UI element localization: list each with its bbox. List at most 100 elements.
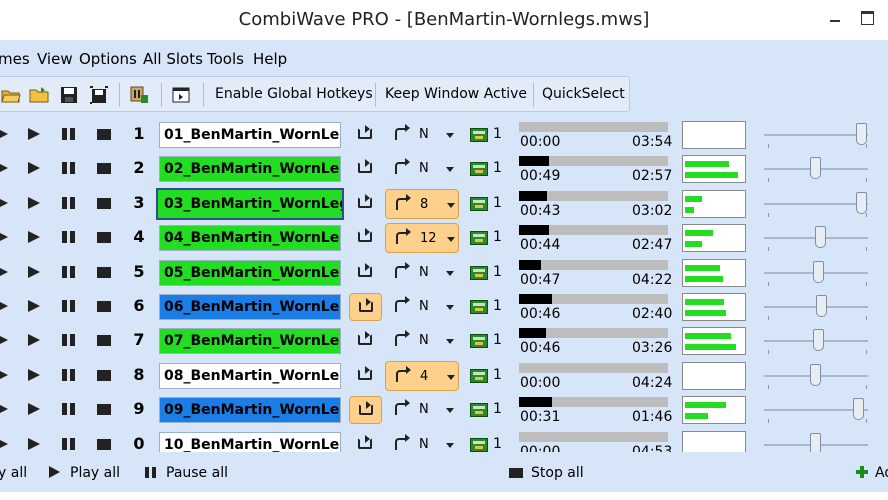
folder-icon[interactable]	[29, 85, 49, 105]
pause-button[interactable]	[62, 196, 76, 209]
menu-options[interactable]: Options	[79, 50, 137, 68]
repeat-dropdown[interactable]: N	[385, 258, 459, 288]
repeat-dropdown[interactable]: 12	[385, 223, 459, 254]
slot-name[interactable]: 09_BenMartin_WornLeg	[159, 397, 341, 424]
volume-slider[interactable]	[812, 260, 824, 283]
add-button[interactable]: Ad	[875, 465, 888, 481]
play-button[interactable]	[28, 231, 40, 244]
cue-button[interactable]	[0, 196, 8, 209]
keep-window-active-button[interactable]: Keep Window Active	[385, 86, 527, 102]
sound-card-icon[interactable]	[470, 368, 488, 383]
play-button[interactable]	[28, 162, 40, 175]
play-button[interactable]	[28, 403, 40, 416]
menu-view[interactable]: View	[37, 50, 73, 68]
cue-button[interactable]	[0, 265, 8, 278]
progress-bar[interactable]	[519, 122, 668, 132]
sound-card-icon[interactable]	[470, 231, 488, 246]
loop-button[interactable]	[349, 259, 382, 287]
pause-button[interactable]	[62, 403, 76, 416]
open-folder-icon[interactable]	[1, 85, 21, 105]
slot-name[interactable]: 01_BenMartin_WornLeg	[159, 122, 341, 148]
play-button[interactable]	[28, 300, 40, 312]
volume-slider[interactable]	[856, 123, 867, 145]
repeat-dropdown[interactable]: 4	[385, 360, 459, 391]
sound-card-icon[interactable]	[470, 162, 488, 177]
progress-bar[interactable]	[519, 294, 668, 304]
repeat-dropdown[interactable]: N	[385, 395, 459, 425]
volume-slider[interactable]	[812, 329, 824, 352]
minimize-button[interactable]	[820, 6, 850, 30]
progress-bar[interactable]	[519, 431, 668, 442]
slot-name[interactable]: 07_BenMartin_WornLeg	[159, 328, 341, 355]
progress-bar[interactable]	[519, 362, 668, 373]
loop-button[interactable]	[349, 190, 382, 218]
loop-button[interactable]	[349, 224, 382, 252]
mixer-icon[interactable]	[129, 85, 149, 105]
play-button[interactable]	[28, 128, 40, 140]
play-all-button[interactable]: Play all	[70, 465, 120, 481]
stop-button[interactable]	[97, 335, 111, 347]
volume-slider[interactable]	[810, 363, 821, 386]
play-button[interactable]	[28, 334, 40, 347]
repeat-dropdown[interactable]: N	[385, 326, 459, 356]
progress-bar[interactable]	[519, 156, 668, 167]
pause-button[interactable]	[62, 437, 76, 450]
slot-name[interactable]: 04_BenMartin_WornLeg	[159, 225, 341, 252]
pause-button[interactable]	[62, 334, 76, 347]
cue-button[interactable]	[0, 334, 8, 347]
volume-slider[interactable]	[810, 157, 821, 180]
save-all-icon[interactable]	[89, 85, 109, 105]
play-button[interactable]	[28, 437, 40, 450]
pause-button[interactable]	[62, 231, 76, 244]
slot-name[interactable]: 02_BenMartin_WornLeg	[159, 156, 341, 183]
stop-all-button[interactable]: Stop all	[531, 465, 584, 481]
stop-button[interactable]	[97, 129, 111, 140]
stop-button[interactable]	[97, 301, 111, 312]
slot-name[interactable]: 05_BenMartin_WornLeg	[159, 259, 341, 286]
sound-card-icon[interactable]	[470, 437, 488, 452]
repeat-dropdown[interactable]: 8	[385, 188, 459, 219]
loop-button[interactable]	[349, 396, 382, 425]
loop-button[interactable]	[349, 121, 382, 149]
save-icon[interactable]	[59, 85, 79, 105]
volume-slider[interactable]	[816, 295, 828, 317]
loop-button[interactable]	[349, 155, 382, 183]
stop-button[interactable]	[97, 232, 111, 244]
cue-button[interactable]	[0, 162, 8, 175]
volume-slider[interactable]	[856, 191, 867, 214]
menu-help[interactable]: Help	[253, 50, 287, 68]
menu-all-slots[interactable]: All Slots	[143, 50, 203, 68]
stop-partial-button[interactable]: y all	[0, 465, 27, 481]
sound-card-icon[interactable]	[470, 265, 488, 280]
stop-button[interactable]	[97, 163, 111, 175]
quickselect-button[interactable]: QuickSelect	[542, 86, 625, 102]
stop-button[interactable]	[97, 197, 111, 209]
window-icon[interactable]	[171, 85, 191, 105]
repeat-dropdown[interactable]: N	[385, 120, 459, 150]
loop-button[interactable]	[349, 362, 382, 390]
stop-button[interactable]	[97, 404, 111, 416]
sound-card-icon[interactable]	[470, 128, 488, 142]
progress-bar[interactable]	[519, 397, 668, 408]
maximize-button[interactable]	[852, 6, 882, 30]
progress-bar[interactable]	[519, 225, 668, 236]
volume-slider[interactable]	[814, 226, 826, 249]
pause-button[interactable]	[62, 300, 76, 312]
slot-name[interactable]: 06_BenMartin_WornLeg	[159, 294, 341, 320]
cue-button[interactable]	[0, 403, 8, 416]
cue-button[interactable]	[0, 368, 8, 381]
play-button[interactable]	[28, 265, 40, 278]
play-button[interactable]	[28, 368, 40, 381]
sound-card-icon[interactable]	[470, 334, 488, 349]
loop-button[interactable]	[349, 327, 382, 355]
loop-button[interactable]	[349, 293, 382, 321]
slot-name[interactable]: 08_BenMartin_WornLeg	[159, 362, 341, 389]
stop-button[interactable]	[97, 266, 111, 278]
pause-button[interactable]	[62, 128, 76, 140]
sound-card-icon[interactable]	[470, 196, 488, 211]
volume-slider[interactable]	[853, 398, 865, 421]
stop-button[interactable]	[97, 438, 111, 450]
cue-button[interactable]	[0, 128, 8, 140]
cue-button[interactable]	[0, 437, 8, 450]
pause-button[interactable]	[62, 265, 76, 278]
